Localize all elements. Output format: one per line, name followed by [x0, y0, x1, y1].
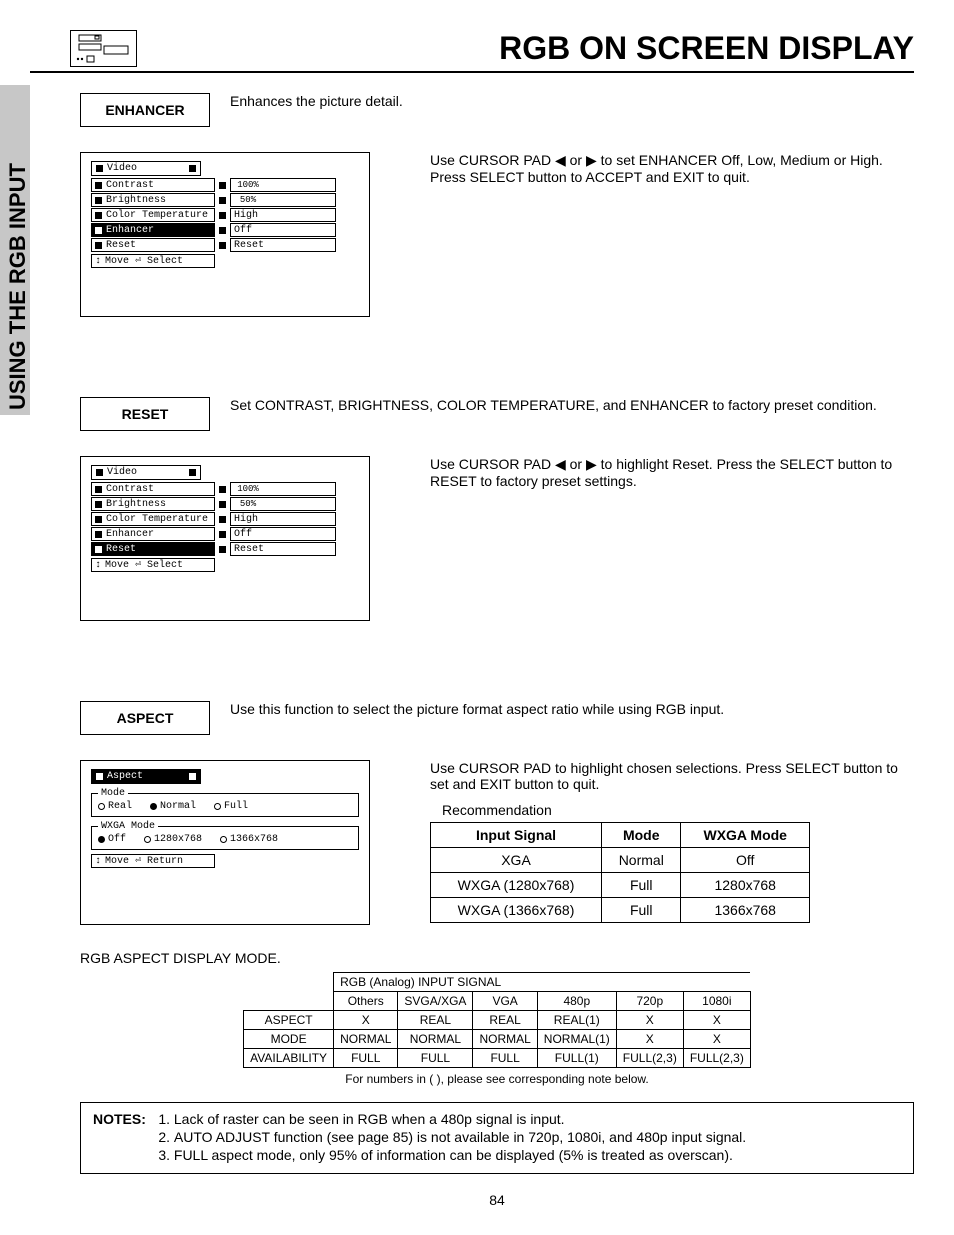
- aspect-description: Use this function to select the picture …: [230, 701, 914, 717]
- osd-aspect-preview: Aspect Mode Real Normal Full WXGA Mode O…: [80, 760, 370, 925]
- osd-enhancer-preview: Video Contrast100% Brightness50% Color T…: [80, 152, 370, 317]
- reset-instruction: Use CURSOR PAD ◀ or ▶ to highlight Reset…: [430, 456, 914, 489]
- aspect-table-footnote: For numbers in ( ), please see correspon…: [80, 1072, 914, 1086]
- manual-logo-icon: [70, 30, 137, 67]
- enhancer-instruction: Use CURSOR PAD ◀ or ▶ to set ENHANCER Of…: [430, 152, 914, 185]
- aspect-display-heading: RGB ASPECT DISPLAY MODE.: [80, 950, 914, 966]
- aspect-mode-table: RGB (Analog) INPUT SIGNAL OthersSVGA/XGA…: [243, 972, 751, 1068]
- osd-reset-preview: Video Contrast100% Brightness50% Color T…: [80, 456, 370, 621]
- recommendation-table: Input Signal Mode WXGA Mode XGANormalOff…: [430, 822, 810, 923]
- reset-description: Set CONTRAST, BRIGHTNESS, COLOR TEMPERAT…: [230, 397, 914, 413]
- notes-box: NOTES: Lack of raster can be seen in RGB…: [80, 1102, 914, 1174]
- page-title: RGB ON SCREEN DISPLAY: [499, 30, 914, 66]
- side-section-label: USING THE RGB INPUT: [5, 163, 31, 410]
- aspect-label-box: ASPECT: [80, 701, 210, 735]
- enhancer-description: Enhances the picture detail.: [230, 93, 914, 109]
- notes-label: NOTES:: [93, 1111, 146, 1165]
- title-underline: [30, 71, 914, 73]
- note-item: FULL aspect mode, only 95% of informatio…: [174, 1147, 746, 1163]
- aspect-instruction: Use CURSOR PAD to highlight chosen selec…: [430, 760, 914, 792]
- page-number: 84: [80, 1192, 914, 1208]
- note-item: Lack of raster can be seen in RGB when a…: [174, 1111, 746, 1127]
- enhancer-label-box: ENHANCER: [80, 93, 210, 127]
- recommendation-heading: Recommendation: [442, 802, 914, 818]
- reset-label-box: RESET: [80, 397, 210, 431]
- note-item: AUTO ADJUST function (see page 85) is no…: [174, 1129, 746, 1145]
